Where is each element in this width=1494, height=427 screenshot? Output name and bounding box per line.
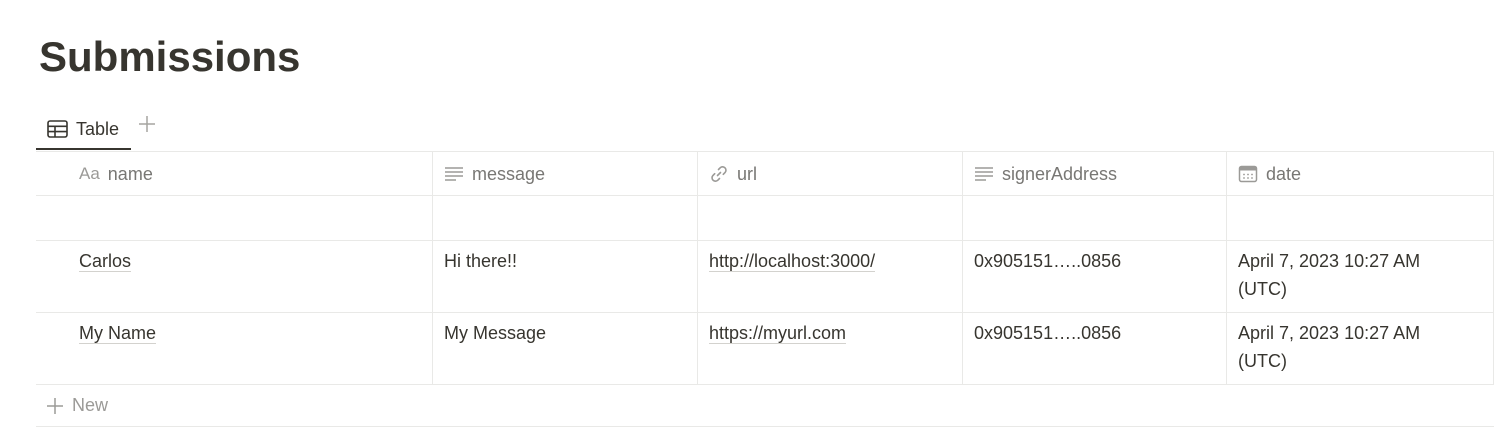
lines-icon: [974, 166, 994, 182]
plus-icon: [138, 115, 156, 133]
column-header-name[interactable]: Aa name: [36, 152, 433, 195]
column-header-label: name: [107, 163, 153, 184]
cell-name[interactable]: My Name: [36, 313, 433, 384]
text-type-icon: Aa: [79, 163, 100, 183]
column-header-label: signerAddress: [1002, 163, 1118, 184]
cell-signer-address[interactable]: 0x905151…..0856: [963, 241, 1227, 312]
table-row[interactable]: Carlos Hi there!! http://localhost:3000/…: [36, 241, 1494, 313]
add-view-button[interactable]: [136, 113, 158, 135]
table-cell[interactable]: [36, 196, 433, 240]
column-header-url[interactable]: url: [698, 152, 963, 195]
table-cell[interactable]: [433, 196, 698, 240]
table-row[interactable]: My Name My Message https://myurl.com 0x9…: [36, 313, 1494, 385]
date-timezone: (UTC): [1238, 351, 1287, 371]
row-title-link[interactable]: My Name: [79, 323, 157, 344]
table-row-empty[interactable]: [36, 196, 1494, 241]
column-header-label: message: [472, 163, 546, 184]
cell-url[interactable]: http://localhost:3000/: [698, 241, 963, 312]
cell-signer-address[interactable]: 0x905151…..0856: [963, 313, 1227, 384]
new-row-button[interactable]: New: [36, 385, 1494, 427]
table-cell[interactable]: [1227, 196, 1494, 240]
column-header-label: url: [737, 163, 758, 184]
column-header-date[interactable]: date: [1227, 152, 1494, 195]
cell-name[interactable]: Carlos: [36, 241, 433, 312]
table-icon: [47, 120, 68, 138]
cell-message[interactable]: Hi there!!: [433, 241, 698, 312]
cell-url[interactable]: https://myurl.com: [698, 313, 963, 384]
date-value: April 7, 2023 10:27 AM: [1238, 323, 1421, 343]
url-link[interactable]: http://localhost:3000/: [709, 251, 876, 272]
cell-date[interactable]: April 7, 2023 10:27 AM (UTC): [1227, 313, 1494, 384]
tab-table[interactable]: Table: [36, 110, 131, 150]
row-title-link[interactable]: Carlos: [79, 251, 132, 272]
column-header-label: date: [1266, 163, 1302, 184]
page-title: Submissions: [39, 33, 301, 80]
plus-icon: [46, 397, 64, 415]
cell-message[interactable]: My Message: [433, 313, 698, 384]
view-tabs-bar: Table: [36, 110, 1494, 152]
date-timezone: (UTC): [1238, 279, 1287, 299]
column-header-message[interactable]: message: [433, 152, 698, 195]
database-table: Aa name message url signerAddress date C…: [36, 152, 1494, 427]
lines-icon: [444, 166, 464, 182]
link-icon: [709, 164, 729, 184]
cell-date[interactable]: April 7, 2023 10:27 AM (UTC): [1227, 241, 1494, 312]
calendar-icon: [1238, 165, 1258, 183]
column-header-signeraddress[interactable]: signerAddress: [963, 152, 1227, 195]
date-value: April 7, 2023 10:27 AM: [1238, 251, 1421, 271]
url-link[interactable]: https://myurl.com: [709, 323, 847, 344]
tab-table-label: Table: [76, 118, 120, 139]
new-row-label: New: [72, 395, 109, 415]
table-header-row: Aa name message url signerAddress date: [36, 152, 1494, 196]
table-cell[interactable]: [698, 196, 963, 240]
table-cell[interactable]: [963, 196, 1227, 240]
